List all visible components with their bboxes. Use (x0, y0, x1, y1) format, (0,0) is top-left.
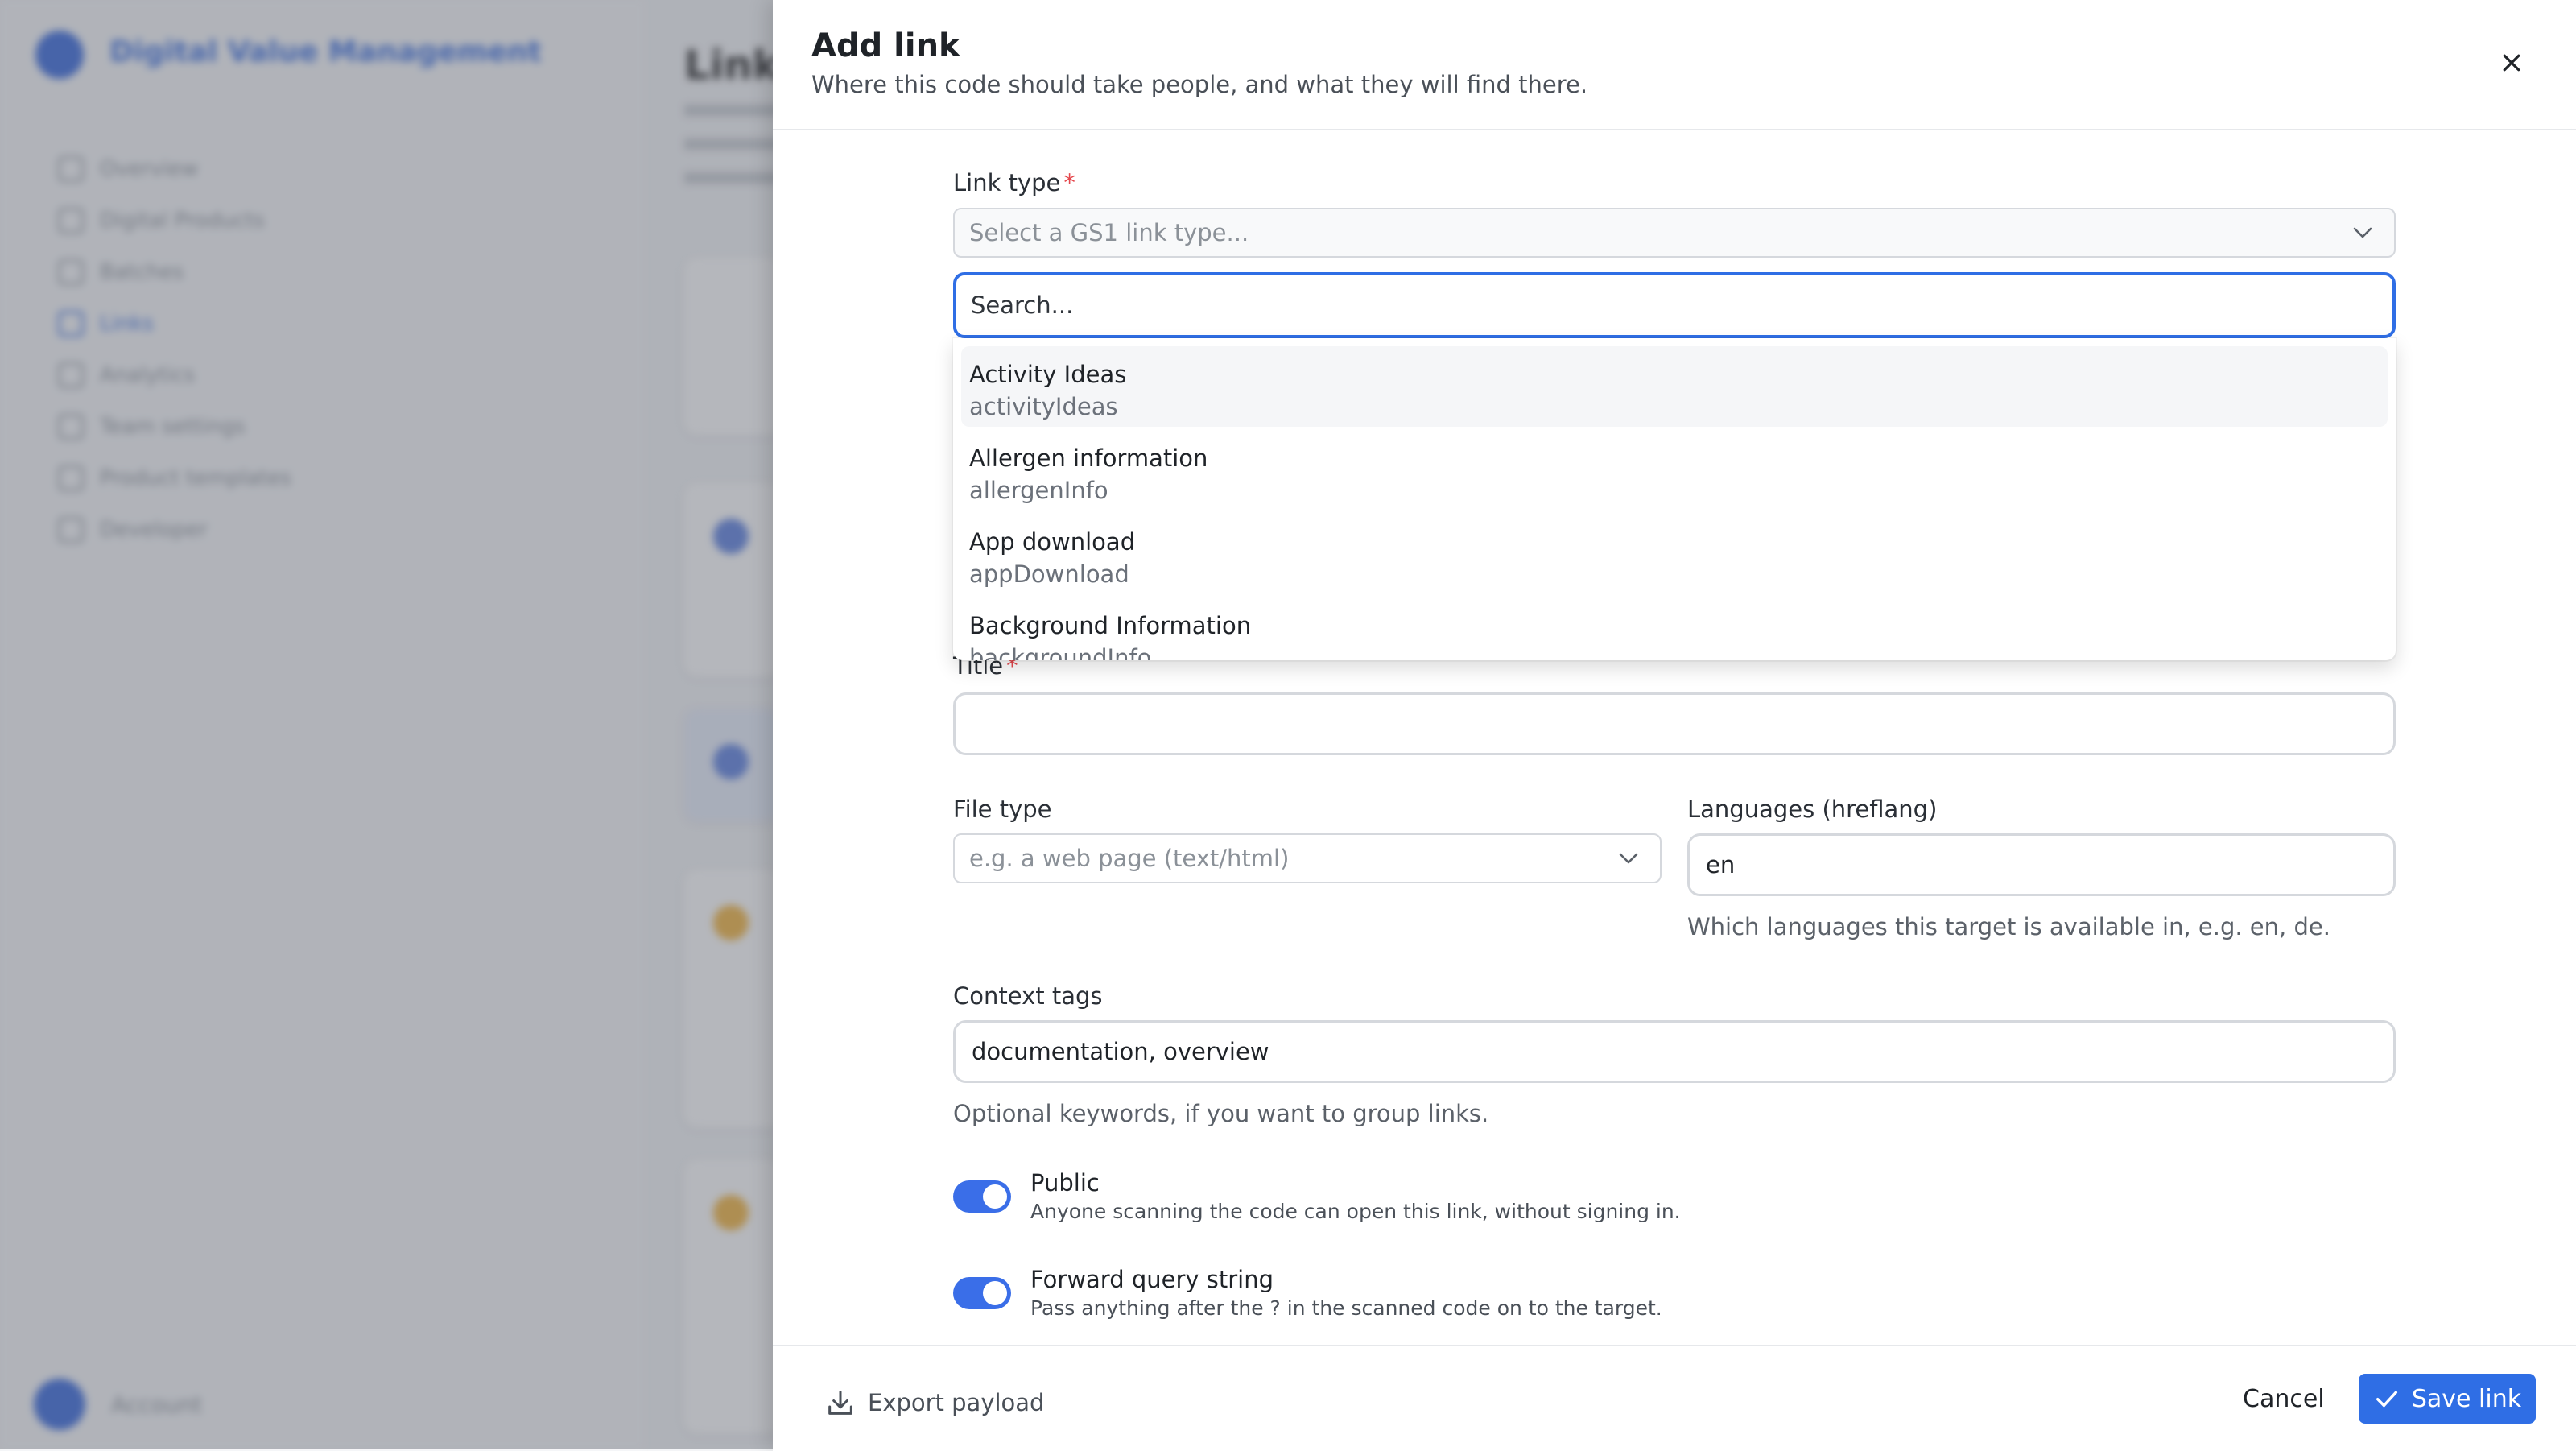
download-icon (828, 1391, 852, 1415)
forward-query-toggle[interactable] (953, 1277, 1011, 1309)
file-type-select[interactable]: e.g. a web page (text/html) (953, 833, 1662, 883)
option-label: Activity Ideas (969, 361, 1127, 388)
option-label: App download (969, 528, 1136, 556)
panel-subtitle: Where this code should take people, and … (811, 71, 1588, 98)
option-app-download[interactable]: App download appDownload (961, 514, 2388, 594)
option-code: backgroundInfo (969, 644, 1152, 660)
option-background-information[interactable]: Background Information backgroundInfo (961, 597, 2388, 660)
link-type-label: Link type * (953, 169, 1075, 196)
export-payload-label: Export payload (868, 1389, 1045, 1416)
option-allergen-information[interactable]: Allergen information allergenInfo (961, 430, 2388, 511)
languages-label: Languages (hreflang) (1687, 796, 1938, 823)
public-title: Public (1030, 1169, 1100, 1197)
title-input[interactable] (953, 692, 2396, 755)
check-icon (2376, 1391, 2397, 1408)
context-tags-input[interactable] (953, 1020, 2396, 1083)
option-label: Allergen information (969, 444, 1208, 472)
forward-query-title: Forward query string (1030, 1266, 1274, 1293)
link-type-label-text: Link type (953, 169, 1061, 196)
chevron-down-icon (2353, 227, 2372, 238)
context-tags-helper: Optional keywords, if you want to group … (953, 1100, 1489, 1127)
public-toggle[interactable] (953, 1180, 1011, 1213)
panel-header: Add link Where this code should take peo… (773, 0, 2576, 130)
languages-helper: Which languages this target is available… (1687, 913, 2330, 940)
close-button[interactable] (2489, 40, 2534, 85)
public-description: Anyone scanning the code can open this l… (1030, 1200, 1681, 1223)
option-code: appDownload (969, 560, 1129, 588)
option-activity-ideas[interactable]: Activity Ideas activityIdeas (961, 346, 2388, 427)
save-link-button[interactable]: Save link (2359, 1374, 2536, 1424)
languages-input[interactable] (1687, 833, 2396, 896)
option-label: Background Information (969, 612, 1252, 639)
close-icon (2503, 54, 2520, 72)
toggle-knob (983, 1184, 1007, 1209)
panel-title: Add link (811, 27, 960, 64)
option-code: allergenInfo (969, 477, 1108, 504)
context-tags-label: Context tags (953, 982, 1103, 1010)
panel-footer: Export payload Cancel Save link (773, 1345, 2576, 1451)
required-mark: * (1063, 169, 1075, 196)
link-type-placeholder: Select a GS1 link type... (969, 219, 1249, 246)
toggle-knob (983, 1281, 1007, 1305)
save-link-label: Save link (2411, 1384, 2522, 1413)
file-type-label: File type (953, 796, 1052, 823)
forward-query-description: Pass anything after the ? in the scanned… (1030, 1296, 1662, 1320)
file-type-placeholder: e.g. a web page (text/html) (969, 845, 1290, 872)
export-payload-button[interactable]: Export payload (824, 1387, 1044, 1419)
cancel-button[interactable]: Cancel (2243, 1385, 2325, 1413)
link-type-dropdown: Activity Ideas activityIdeas Allergen in… (953, 338, 2396, 660)
chevron-down-icon (1619, 853, 1638, 864)
add-link-panel: Add link Where this code should take peo… (773, 0, 2576, 1451)
option-code: activityIdeas (969, 393, 1118, 420)
link-type-search-input[interactable] (953, 272, 2396, 338)
link-type-select[interactable]: Select a GS1 link type... (953, 208, 2396, 258)
